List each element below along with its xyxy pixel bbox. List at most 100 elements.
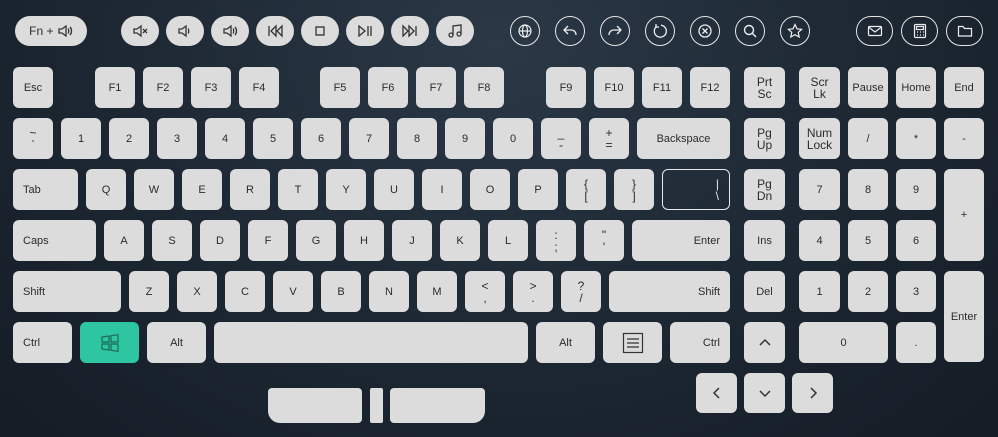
key-f11[interactable]: F11	[642, 67, 682, 108]
key-print-screen[interactable]: Prt Sc	[744, 67, 785, 108]
key-6[interactable]: 6	[301, 118, 341, 159]
key-x[interactable]: X	[177, 271, 217, 312]
key-v[interactable]: V	[273, 271, 313, 312]
key-m[interactable]: M	[417, 271, 457, 312]
key-3[interactable]: 3	[157, 118, 197, 159]
key-delete[interactable]: Del	[744, 271, 785, 312]
key-arrow-up[interactable]	[744, 322, 785, 363]
key-f6[interactable]: F6	[368, 67, 408, 108]
key-numpad-7[interactable]: 7	[799, 169, 840, 210]
key-o[interactable]: O	[470, 169, 510, 210]
touchpad-left-button[interactable]	[268, 388, 362, 423]
key-p[interactable]: P	[518, 169, 558, 210]
search-button[interactable]	[735, 16, 765, 46]
key-n[interactable]: N	[369, 271, 409, 312]
key-period[interactable]: >.	[513, 271, 553, 312]
globe-button[interactable]	[510, 16, 540, 46]
key-arrow-down[interactable]	[744, 373, 785, 413]
key-i[interactable]: I	[422, 169, 462, 210]
key-left-alt[interactable]: Alt	[147, 322, 206, 363]
key-u[interactable]: U	[374, 169, 414, 210]
key-j[interactable]: J	[392, 220, 432, 261]
key-s[interactable]: S	[152, 220, 192, 261]
key-esc[interactable]: Esc	[13, 67, 53, 108]
key-semicolon[interactable]: :;	[536, 220, 576, 261]
key-f4[interactable]: F4	[239, 67, 279, 108]
mail-button[interactable]	[856, 16, 893, 46]
key-numpad-subtract[interactable]: -	[944, 118, 984, 159]
key-backspace[interactable]: Backspace	[637, 118, 730, 159]
key-numpad-decimal[interactable]: .	[896, 322, 936, 363]
key-space[interactable]	[214, 322, 528, 363]
folder-button[interactable]	[946, 16, 983, 46]
key-r[interactable]: R	[230, 169, 270, 210]
key-left-ctrl[interactable]: Ctrl	[13, 322, 72, 363]
key-numpad-6[interactable]: 6	[896, 220, 936, 261]
key-num-lock[interactable]: Num Lock	[799, 118, 840, 159]
key-4[interactable]: 4	[205, 118, 245, 159]
key-numpad-2[interactable]: 2	[848, 271, 888, 312]
key-f1[interactable]: F1	[95, 67, 135, 108]
key-5[interactable]: 5	[253, 118, 293, 159]
previous-track-button[interactable]	[256, 16, 294, 46]
key-right-shift[interactable]: Shift	[609, 271, 730, 312]
key-f7[interactable]: F7	[416, 67, 456, 108]
music-button[interactable]	[436, 16, 474, 46]
key-pause[interactable]: Pause	[848, 67, 888, 108]
key-numpad-divide[interactable]: /	[848, 118, 888, 159]
key-page-down[interactable]: Pg Dn	[744, 169, 785, 210]
key-numpad-0[interactable]: 0	[799, 322, 888, 363]
key-e[interactable]: E	[182, 169, 222, 210]
key-numpad-3[interactable]: 3	[896, 271, 936, 312]
key-quote[interactable]: " '	[584, 220, 624, 261]
volume-up-button[interactable]	[211, 16, 249, 46]
key-f2[interactable]: F2	[143, 67, 183, 108]
key-z[interactable]: Z	[129, 271, 169, 312]
refresh-button[interactable]	[645, 16, 675, 46]
key-f12[interactable]: F12	[690, 67, 730, 108]
key-insert[interactable]: Ins	[744, 220, 785, 261]
key-tilde[interactable]: ~ `	[13, 118, 53, 159]
key-backslash[interactable]: | \	[662, 169, 730, 210]
key-2[interactable]: 2	[109, 118, 149, 159]
key-f8[interactable]: F8	[464, 67, 504, 108]
calculator-button[interactable]	[901, 16, 938, 46]
back-button[interactable]	[555, 16, 585, 46]
key-7[interactable]: 7	[349, 118, 389, 159]
key-end[interactable]: End	[944, 67, 984, 108]
key-f[interactable]: F	[248, 220, 288, 261]
close-button[interactable]	[690, 16, 720, 46]
key-enter[interactable]: Enter	[632, 220, 730, 261]
key-numpad-9[interactable]: 9	[896, 169, 936, 210]
key-right-alt[interactable]: Alt	[536, 322, 595, 363]
key-f9[interactable]: F9	[546, 67, 586, 108]
key-left-shift[interactable]: Shift	[13, 271, 121, 312]
touchpad-middle-button[interactable]	[370, 388, 383, 423]
key-9[interactable]: 9	[445, 118, 485, 159]
key-b[interactable]: B	[321, 271, 361, 312]
key-t[interactable]: T	[278, 169, 318, 210]
key-f5[interactable]: F5	[320, 67, 360, 108]
key-l[interactable]: L	[488, 220, 528, 261]
key-numpad-add[interactable]: +	[944, 169, 984, 261]
touchpad-right-button[interactable]	[390, 388, 485, 423]
key-numpad-multiply[interactable]: *	[896, 118, 936, 159]
key-numpad-4[interactable]: 4	[799, 220, 840, 261]
key-tab[interactable]: Tab	[13, 169, 78, 210]
key-numpad-1[interactable]: 1	[799, 271, 840, 312]
key-arrow-right[interactable]	[792, 373, 833, 413]
next-track-button[interactable]	[391, 16, 429, 46]
key-d[interactable]: D	[200, 220, 240, 261]
volume-down-button[interactable]	[166, 16, 204, 46]
key-equal[interactable]: + =	[589, 118, 629, 159]
key-w[interactable]: W	[134, 169, 174, 210]
key-numpad-enter[interactable]: Enter	[944, 271, 984, 362]
key-y[interactable]: Y	[326, 169, 366, 210]
key-f3[interactable]: F3	[191, 67, 231, 108]
key-k[interactable]: K	[440, 220, 480, 261]
key-home[interactable]: Home	[896, 67, 936, 108]
key-slash[interactable]: ? /	[561, 271, 601, 312]
key-right-ctrl[interactable]: Ctrl	[670, 322, 730, 363]
stop-button[interactable]	[301, 16, 339, 46]
forward-button[interactable]	[600, 16, 630, 46]
